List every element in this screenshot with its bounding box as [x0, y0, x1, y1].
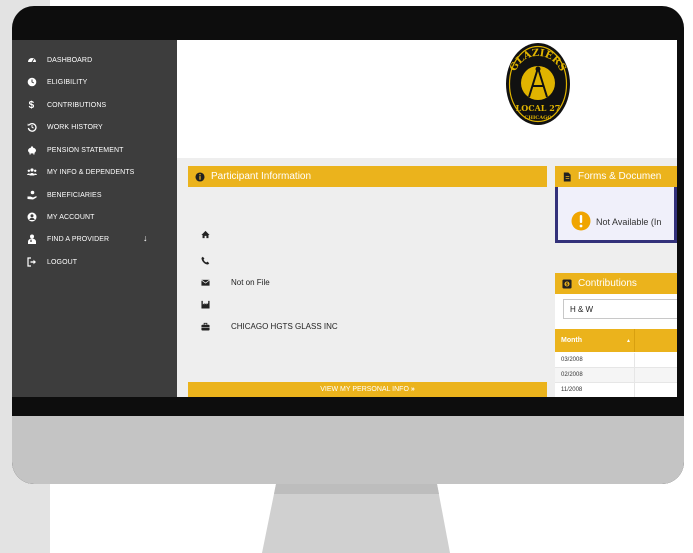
sidebar-item-label: WORK HISTORY — [47, 123, 103, 131]
participant-card-title: Participant Information — [211, 171, 312, 182]
history-icon — [26, 122, 37, 133]
info-circle-icon — [195, 171, 206, 182]
column-header[interactable] — [634, 329, 677, 352]
sidebar-item-label: PENSION STATEMENT — [47, 146, 124, 154]
money-icon: $ — [562, 278, 573, 289]
double-chevron-right-icon: » — [410, 386, 415, 393]
fund-select[interactable]: H & W — [563, 299, 677, 319]
sidebar-item-label: FIND A PROVIDER — [47, 235, 110, 243]
view-personal-info-label: VIEW MY PERSONAL INFO — [320, 386, 409, 393]
users-icon — [26, 167, 37, 178]
exclamation-circle-icon — [571, 211, 591, 231]
briefcase-icon — [200, 321, 210, 331]
sidebar-item-label: MY ACCOUNT — [47, 213, 95, 221]
sidebar-item-label: DASHBOARD — [47, 56, 93, 64]
industry-icon — [200, 299, 210, 309]
sidebar-item-label: MY INFO & DEPENDENTS — [47, 168, 135, 176]
home-icon — [200, 229, 210, 239]
dashboard-icon — [26, 55, 37, 66]
piggy-bank-icon — [26, 145, 37, 156]
forms-card-title: Forms & Documen — [578, 171, 662, 182]
sidebar-item-work-history[interactable]: WORK HISTORY — [26, 118, 103, 136]
email-value: Not on File — [231, 277, 270, 287]
arrow-down-icon[interactable]: ↓ — [143, 233, 148, 243]
table-row: 02/2008 — [555, 368, 677, 383]
month-cell: 02/2008 — [561, 372, 583, 378]
phone-row — [200, 255, 231, 265]
month-cell: 11/2008 — [561, 387, 583, 393]
month-column-label: Month — [561, 337, 582, 344]
sidebar-item-my-info-dependents[interactable]: MY INFO & DEPENDENTS — [26, 163, 134, 181]
email-row: Not on File — [200, 277, 270, 287]
logo-bottom-text: LOCAL 27 — [516, 103, 561, 113]
logout-icon — [26, 257, 37, 268]
sidebar-item-find-a-provider[interactable]: FIND A PROVIDER — [26, 230, 109, 248]
sidebar-item-my-account[interactable]: MY ACCOUNT — [26, 208, 95, 226]
sidebar-item-label: CONTRIBUTIONS — [47, 101, 107, 109]
sort-icon[interactable]: ▲ — [626, 338, 631, 344]
monitor-chin — [12, 416, 684, 484]
forms-card-header: Forms & Documen — [555, 166, 677, 187]
dollar-icon: $ — [28, 99, 35, 111]
contributions-card-header: $ Contributions — [555, 273, 677, 294]
fund-select-value: H & W — [570, 304, 594, 314]
sidebar-item-logout[interactable]: LOGOUT — [26, 253, 77, 271]
hand-holding-icon — [26, 190, 37, 201]
sidebar-item-contributions[interactable]: $ CONTRIBUTIONS — [26, 96, 106, 114]
month-cell: 03/2008 — [561, 357, 583, 363]
forms-card-body: Not Available (In — [555, 187, 677, 243]
sidebar-item-label: ELIGIBILITY — [47, 78, 88, 86]
address-row — [200, 229, 231, 239]
sidebar-item-pension-statement[interactable]: PENSION STATEMENT — [26, 141, 124, 159]
participant-card-header: Participant Information — [188, 166, 547, 187]
month-column-header[interactable]: Month — [555, 329, 634, 352]
sidebar-item-beneficiaries[interactable]: BENEFICIARIES — [26, 186, 102, 204]
sidebar-item-eligibility[interactable]: ELIGIBILITY — [26, 73, 87, 91]
header: GLAZIERS LOCAL 27 CHICAGO — [177, 40, 677, 158]
forms-status-text: Not Available (In — [596, 217, 662, 227]
logo-city-text: CHICAGO — [524, 115, 552, 121]
employer-row: CHICAGO HGTS GLASS INC — [200, 321, 338, 331]
clock-icon — [26, 77, 37, 88]
industry-row — [200, 299, 231, 309]
monitor-frame: DASHBOARD ELIGIBILITY $ CONTRIBUTIONS WO… — [12, 6, 684, 484]
table-row: 03/2008 — [555, 353, 677, 368]
app-screen: DASHBOARD ELIGIBILITY $ CONTRIBUTIONS WO… — [12, 40, 677, 397]
table-row: 11/2008 — [555, 383, 677, 397]
user-circle-icon — [26, 212, 37, 223]
sidebar-item-dashboard[interactable]: DASHBOARD — [26, 51, 92, 69]
view-personal-info-button[interactable]: VIEW MY PERSONAL INFO » — [188, 382, 547, 397]
file-icon — [562, 171, 573, 182]
employer-value: CHICAGO HGTS GLASS INC — [231, 321, 338, 331]
phone-icon — [200, 255, 210, 265]
envelope-icon — [200, 277, 210, 287]
glaziers-logo: GLAZIERS LOCAL 27 CHICAGO — [506, 43, 570, 125]
sidebar-item-label: BENEFICIARIES — [47, 191, 102, 199]
user-md-icon — [26, 234, 37, 245]
sidebar-item-label: LOGOUT — [47, 258, 78, 266]
contributions-card-title: Contributions — [578, 278, 637, 289]
